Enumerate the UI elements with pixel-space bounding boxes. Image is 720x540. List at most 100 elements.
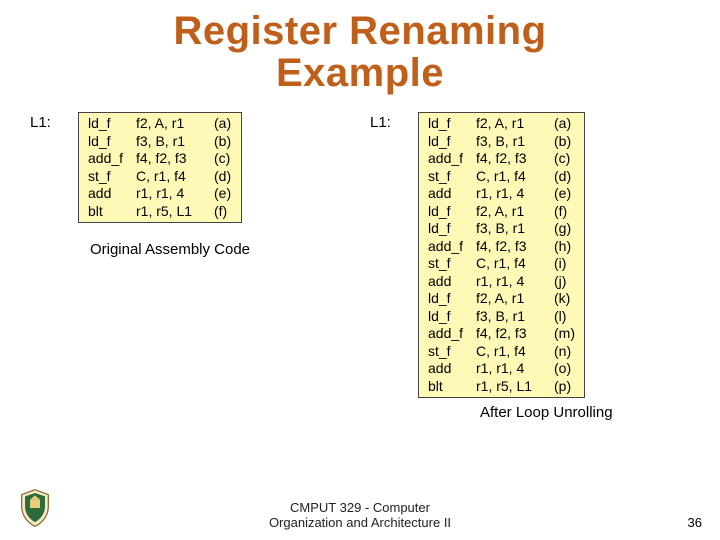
opcode-cell: ld_f [85, 115, 133, 133]
opcode-cell: ld_f [425, 290, 473, 308]
operands-cell: f3, B, r1 [133, 133, 211, 151]
operands-cell: r1, r1, 4 [473, 360, 551, 378]
unrolled-code-caption: After Loop Unrolling [370, 404, 690, 421]
opcode-cell: add_f [425, 325, 473, 343]
loop-label-left: L1: [30, 112, 78, 131]
operands-cell: C, r1, f4 [473, 168, 551, 186]
line-tag-cell: (e) [211, 185, 235, 203]
line-tag-cell: (c) [211, 150, 235, 168]
code-row: addr1, r1, 4(j) [425, 273, 578, 291]
line-tag-cell: (b) [551, 133, 578, 151]
opcode-cell: add [425, 273, 473, 291]
opcode-cell: ld_f [425, 220, 473, 238]
line-tag-cell: (c) [551, 150, 578, 168]
original-code-table: ld_ff2, A, r1(a)ld_ff3, B, r1(b)add_ff4,… [85, 115, 235, 220]
slide-content: L1: ld_ff2, A, r1(a)ld_ff3, B, r1(b)add_… [0, 94, 720, 421]
code-row: add_ff4, f2, f3(h) [425, 238, 578, 256]
operands-cell: C, r1, f4 [133, 168, 211, 186]
code-row: bltr1, r5, L1(f) [85, 203, 235, 221]
operands-cell: f4, f2, f3 [473, 238, 551, 256]
opcode-cell: st_f [85, 168, 133, 186]
code-row: ld_ff3, B, r1(l) [425, 308, 578, 326]
opcode-cell: st_f [425, 343, 473, 361]
operands-cell: f3, B, r1 [473, 220, 551, 238]
code-row: add_ff4, f2, f3(c) [85, 150, 235, 168]
line-tag-cell: (a) [551, 115, 578, 133]
opcode-cell: ld_f [85, 133, 133, 151]
opcode-cell: add [425, 185, 473, 203]
title-line-1: Register Renaming [173, 9, 546, 53]
line-tag-cell: (b) [211, 133, 235, 151]
line-tag-cell: (e) [551, 185, 578, 203]
code-row: ld_ff3, B, r1(b) [85, 133, 235, 151]
code-row: st_fC, r1, f4(i) [425, 255, 578, 273]
line-tag-cell: (h) [551, 238, 578, 256]
unrolled-code-box: ld_ff2, A, r1(a)ld_ff3, B, r1(b)add_ff4,… [418, 112, 585, 398]
page-number: 36 [688, 515, 702, 530]
title-line-2: Example [276, 51, 444, 95]
unrolled-code-block: L1: ld_ff2, A, r1(a)ld_ff3, B, r1(b)add_… [370, 112, 690, 398]
code-row: addr1, r1, 4(e) [85, 185, 235, 203]
opcode-cell: st_f [425, 168, 473, 186]
code-row: st_fC, r1, f4(d) [425, 168, 578, 186]
line-tag-cell: (i) [551, 255, 578, 273]
unrolled-code-table: ld_ff2, A, r1(a)ld_ff3, B, r1(b)add_ff4,… [425, 115, 578, 395]
opcode-cell: ld_f [425, 115, 473, 133]
opcode-cell: ld_f [425, 133, 473, 151]
operands-cell: C, r1, f4 [473, 255, 551, 273]
right-column: L1: ld_ff2, A, r1(a)ld_ff3, B, r1(b)add_… [330, 112, 690, 421]
opcode-cell: blt [425, 378, 473, 396]
opcode-cell: add_f [425, 238, 473, 256]
code-row: ld_ff3, B, r1(b) [425, 133, 578, 151]
operands-cell: f2, A, r1 [473, 203, 551, 221]
operands-cell: r1, r5, L1 [133, 203, 211, 221]
line-tag-cell: (f) [211, 203, 235, 221]
operands-cell: f3, B, r1 [473, 308, 551, 326]
original-code-box: ld_ff2, A, r1(a)ld_ff3, B, r1(b)add_ff4,… [78, 112, 242, 223]
line-tag-cell: (f) [551, 203, 578, 221]
code-row: st_fC, r1, f4(n) [425, 343, 578, 361]
original-code-block: L1: ld_ff2, A, r1(a)ld_ff3, B, r1(b)add_… [30, 112, 330, 223]
opcode-cell: ld_f [425, 308, 473, 326]
slide-title: Register Renaming Example [0, 0, 720, 94]
opcode-cell: ld_f [425, 203, 473, 221]
line-tag-cell: (n) [551, 343, 578, 361]
operands-cell: f2, A, r1 [473, 115, 551, 133]
operands-cell: f2, A, r1 [133, 115, 211, 133]
original-code-caption: Original Assembly Code [30, 241, 290, 258]
operands-cell: r1, r5, L1 [473, 378, 551, 396]
opcode-cell: st_f [425, 255, 473, 273]
operands-cell: r1, r1, 4 [473, 273, 551, 291]
opcode-cell: add [425, 360, 473, 378]
line-tag-cell: (k) [551, 290, 578, 308]
opcode-cell: add [85, 185, 133, 203]
loop-label-right: L1: [370, 112, 418, 131]
footer-line-2: Organization and Architecture II [269, 515, 451, 530]
operands-cell: f4, f2, f3 [473, 150, 551, 168]
opcode-cell: add_f [425, 150, 473, 168]
line-tag-cell: (j) [551, 273, 578, 291]
line-tag-cell: (d) [211, 168, 235, 186]
left-column: L1: ld_ff2, A, r1(a)ld_ff3, B, r1(b)add_… [30, 112, 330, 421]
code-row: ld_ff2, A, r1(f) [425, 203, 578, 221]
code-row: add_ff4, f2, f3(m) [425, 325, 578, 343]
operands-cell: f3, B, r1 [473, 133, 551, 151]
line-tag-cell: (m) [551, 325, 578, 343]
operands-cell: C, r1, f4 [473, 343, 551, 361]
code-row: bltr1, r5, L1(p) [425, 378, 578, 396]
line-tag-cell: (o) [551, 360, 578, 378]
code-row: ld_ff2, A, r1(a) [425, 115, 578, 133]
code-row: ld_ff2, A, r1(k) [425, 290, 578, 308]
line-tag-cell: (l) [551, 308, 578, 326]
line-tag-cell: (g) [551, 220, 578, 238]
operands-cell: r1, r1, 4 [473, 185, 551, 203]
code-row: addr1, r1, 4(e) [425, 185, 578, 203]
code-row: st_fC, r1, f4(d) [85, 168, 235, 186]
code-row: ld_ff2, A, r1(a) [85, 115, 235, 133]
opcode-cell: add_f [85, 150, 133, 168]
code-row: add_ff4, f2, f3(c) [425, 150, 578, 168]
line-tag-cell: (p) [551, 378, 578, 396]
opcode-cell: blt [85, 203, 133, 221]
footer-line-1: CMPUT 329 - Computer [290, 500, 430, 515]
code-row: ld_ff3, B, r1(g) [425, 220, 578, 238]
